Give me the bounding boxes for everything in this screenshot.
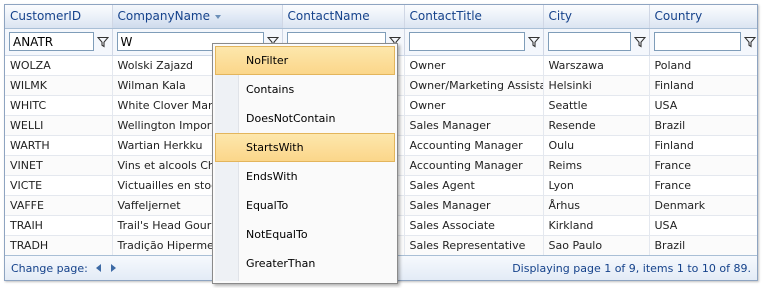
change-page-label: Change page: — [11, 261, 88, 275]
table-cell: Brazil — [649, 235, 757, 256]
table-cell: Denmark — [649, 195, 757, 216]
header-row: CustomerID CompanyName ContactName Conta… — [5, 5, 757, 29]
funnel-icon[interactable] — [96, 36, 109, 48]
filter-menu-item-contains[interactable]: Contains — [215, 75, 395, 104]
table-cell: Reims — [543, 155, 650, 176]
filter-menu-item-notequalto[interactable]: NotEqualTo — [215, 220, 395, 249]
prev-page-icon[interactable] — [95, 264, 101, 272]
column-header-contacttitle[interactable]: ContactTitle — [404, 5, 544, 29]
filter-menu-items: NoFilter Contains DoesNotContain StartsWith… — [215, 46, 395, 278]
column-header-city[interactable]: City — [543, 5, 650, 29]
table-cell: USA — [649, 95, 757, 116]
table-cell: Finland — [649, 135, 757, 156]
table-cell: USA — [649, 215, 757, 236]
table-cell: Finland — [649, 75, 757, 96]
table-cell: Owner/Marketing Assistant — [404, 75, 544, 96]
table-cell: France — [649, 175, 757, 196]
table-cell: Resende — [543, 115, 650, 136]
table-cell: Owner — [404, 95, 544, 116]
table-cell: WHITC — [5, 95, 113, 116]
sort-desc-icon — [215, 14, 221, 19]
table-cell: Sao Paulo — [543, 235, 650, 256]
table-cell: Brazil — [649, 115, 757, 136]
table-cell: WILMK — [5, 75, 113, 96]
filter-menu-item-doesnotcontain[interactable]: DoesNotContain — [215, 104, 395, 133]
filter-input-contacttitle[interactable] — [408, 32, 525, 51]
table-cell: Poland — [649, 55, 757, 76]
table-cell: Århus — [543, 195, 650, 216]
table-cell: VICTE — [5, 175, 113, 196]
filter-menu: NoFilter Contains DoesNotContain StartsWith… — [212, 43, 398, 284]
table-cell: WELLI — [5, 115, 113, 136]
next-page-icon[interactable] — [110, 264, 116, 272]
table-cell: Sales Agent — [404, 175, 544, 196]
column-header-contactname[interactable]: ContactName — [282, 5, 405, 29]
column-header-country[interactable]: Country — [649, 5, 757, 29]
table-cell: TRAIH — [5, 215, 113, 236]
filter-input-country[interactable] — [653, 32, 741, 51]
funnel-icon[interactable] — [633, 36, 646, 48]
table-cell: Owner — [404, 55, 544, 76]
table-cell: TRADH — [5, 235, 113, 256]
table-cell: WOLZA — [5, 55, 113, 76]
table-cell: VAFFE — [5, 195, 113, 216]
funnel-icon[interactable] — [743, 36, 756, 48]
table-cell: France — [649, 155, 757, 176]
table-cell: Kirkland — [543, 215, 650, 236]
table-cell: Lyon — [543, 175, 650, 196]
funnel-icon[interactable] — [527, 36, 540, 48]
table-cell: WARTH — [5, 135, 113, 156]
table-cell: Sales Representative — [404, 235, 544, 256]
filter-input-city[interactable] — [547, 32, 631, 51]
table-cell: Accounting Manager — [404, 155, 544, 176]
table-cell: Helsinki — [543, 75, 650, 96]
filter-menu-item-nofilter[interactable]: NoFilter — [215, 46, 395, 75]
filter-input-customerid[interactable] — [9, 32, 94, 51]
table-cell: Oulu — [543, 135, 650, 156]
table-cell: Sales Associate — [404, 215, 544, 236]
filter-menu-item-greaterthan[interactable]: GreaterThan — [215, 249, 395, 278]
filter-menu-item-endswith[interactable]: EndsWith — [215, 162, 395, 191]
filter-menu-item-startswith[interactable]: StartsWith — [215, 133, 395, 162]
pager-info: Displaying page 1 of 9, items 1 to 10 of… — [512, 261, 751, 275]
table-cell: Warszawa — [543, 55, 650, 76]
table-cell: Accounting Manager — [404, 135, 544, 156]
table-cell: VINET — [5, 155, 113, 176]
column-header-companyname[interactable]: CompanyName — [112, 5, 283, 29]
filter-menu-item-equalto[interactable]: EqualTo — [215, 191, 395, 220]
table-cell: Sales Manager — [404, 195, 544, 216]
table-cell: Sales Manager — [404, 115, 544, 136]
column-header-customerid[interactable]: CustomerID — [5, 5, 113, 29]
table-cell: Seattle — [543, 95, 650, 116]
